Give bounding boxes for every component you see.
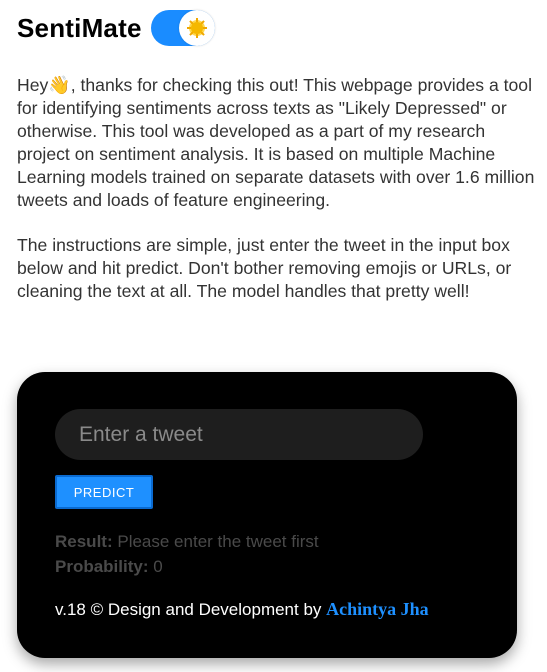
probability-value: 0 [153,557,163,576]
probability-label: Probability: [55,557,149,576]
prediction-card: PREDICT Result: Please enter the tweet f… [17,372,517,658]
intro-body: , thanks for checking this out! This web… [17,75,535,210]
greeting: Hey [17,75,49,95]
tweet-input[interactable] [55,409,423,460]
sun-icon [186,18,207,38]
intro-paragraph-2: The instructions are simple, just enter … [17,235,512,301]
probability-line: Probability: 0 [55,557,163,577]
toggle-knob [178,10,215,46]
theme-toggle[interactable] [150,10,215,46]
result-label: Result: [55,532,113,551]
brand-title: SentiMate [17,12,142,43]
author-link[interactable]: Achintya Jha [326,599,429,619]
header: SentiMate [17,10,215,46]
predict-button[interactable]: PREDICT [55,475,153,509]
intro-text: Hey👋, thanks for checking this out! This… [17,74,537,303]
result-line: Result: Please enter the tweet first [55,532,319,552]
result-value: Please enter the tweet first [117,532,319,551]
intro-paragraph-1: Hey👋, thanks for checking this out! This… [17,74,537,212]
footer: v.18 © Design and Development by Achinty… [55,599,429,620]
waving-hand-icon: 👋 [48,75,71,95]
footer-text: v.18 © Design and Development by [55,600,322,619]
